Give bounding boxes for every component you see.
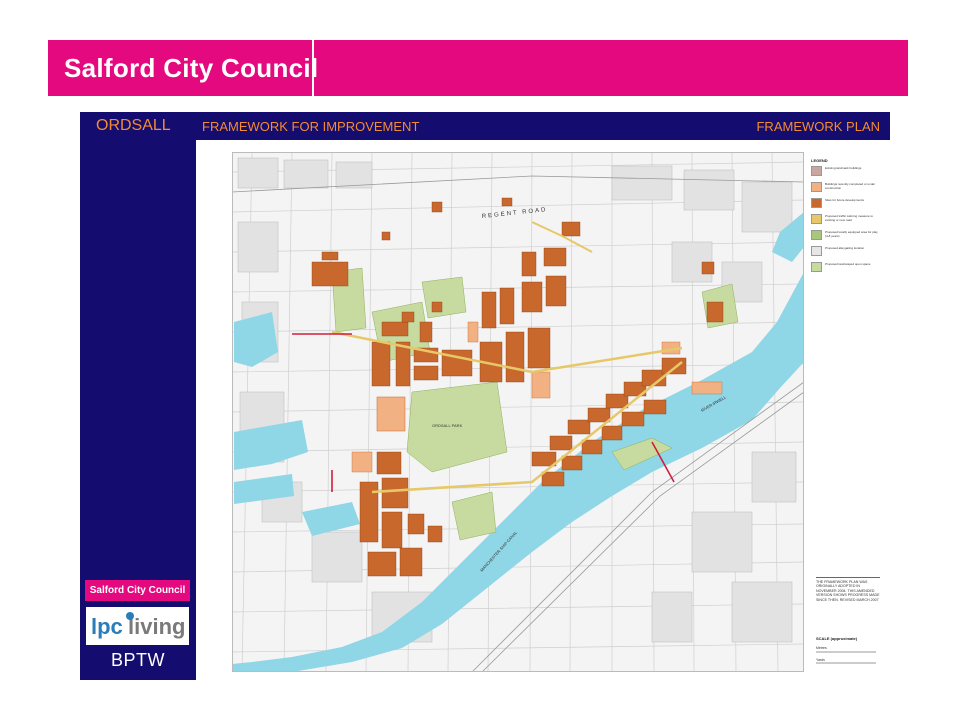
- svg-text:lpc: lpc: [91, 614, 123, 639]
- legend-item: Buildings recently completed or under co…: [811, 182, 881, 192]
- scale-bar: SCALE (approximate) Metres Yards: [816, 636, 882, 670]
- legend-item: Proposed alleygating location: [811, 246, 881, 256]
- legend-item: Proposed locally equipped area for play …: [811, 230, 881, 240]
- legend-label: Proposed locally equipped area for play …: [825, 230, 878, 238]
- framework-plan-slide: Salford City Council lpc living BPTW ORD…: [80, 112, 890, 680]
- ordsall-park-label: ORDSALL PARK: [432, 423, 463, 428]
- legend-item: Proposed traffic calming measure to exis…: [811, 214, 881, 224]
- framework-map: REGENT ROAD ORDSALL PARK RIVER IRWELL MA…: [232, 152, 804, 672]
- scale-unit-metres: Metres: [816, 646, 827, 650]
- page-title: Salford City Council: [64, 53, 319, 83]
- area-title: ORDSALL: [96, 117, 171, 134]
- svg-text:living: living: [128, 614, 185, 639]
- legend-label: Proposed traffic calming measure to exis…: [825, 214, 873, 222]
- legend-item: Existing landmark buildings: [811, 166, 881, 176]
- legend-label: Buildings recently completed or under co…: [825, 182, 876, 190]
- legend-swatch: [811, 166, 822, 176]
- legend-item: Proposed landscaped open space: [811, 262, 881, 272]
- legend-label: Sites for future developments: [825, 198, 865, 202]
- revision-note: THE FRAMEWORK PLAN WAS ORIGINALLY ADOPTE…: [816, 577, 880, 602]
- legend-swatch: [811, 214, 822, 224]
- map-legend: LEGEND Existing landmark buildings Buildi…: [811, 158, 881, 278]
- header-divider: [312, 40, 314, 96]
- scale-unit-yards: Yards: [816, 658, 825, 662]
- council-logo: Salford City Council: [85, 580, 190, 601]
- sidebar: Salford City Council lpc living BPTW: [80, 112, 196, 680]
- legend-label: Existing landmark buildings: [825, 166, 862, 170]
- bptw-logo: BPTW: [111, 650, 165, 670]
- legend-swatch: [811, 182, 822, 192]
- legend-swatch: [811, 198, 822, 208]
- plan-title-bar: ORDSALL FRAMEWORK FOR IMPROVEMENT FRAMEW…: [96, 112, 890, 140]
- legend-swatch: [811, 246, 822, 256]
- header-bar: Salford City Council: [48, 40, 908, 96]
- legend-swatch: [811, 262, 822, 272]
- legend-swatch: [811, 230, 822, 240]
- document-title: FRAMEWORK FOR IMPROVEMENT: [202, 119, 420, 134]
- lpc-living-logo: lpc living: [86, 607, 189, 645]
- legend-label: Proposed landscaped open space: [825, 262, 871, 266]
- sheet-title: FRAMEWORK PLAN: [756, 119, 880, 134]
- legend-item: Sites for future developments: [811, 198, 881, 208]
- legend-title: LEGEND: [811, 158, 828, 163]
- legend-label: Proposed alleygating location: [825, 246, 865, 250]
